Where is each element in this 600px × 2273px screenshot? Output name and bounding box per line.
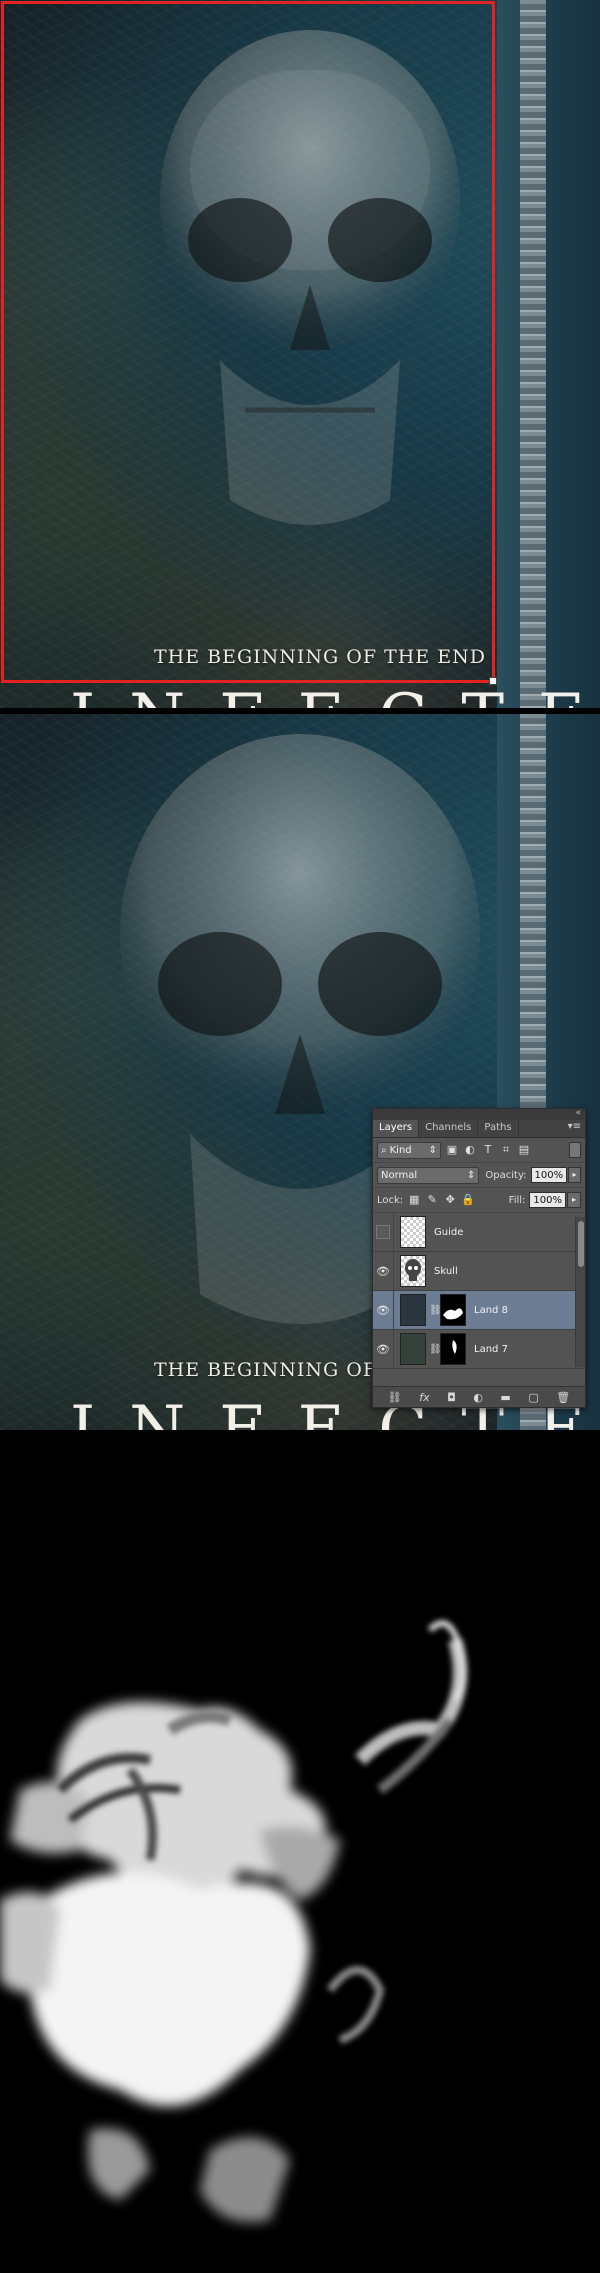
- layer-name[interactable]: Guide: [434, 1227, 463, 1238]
- poster-title: INFECTED: [70, 686, 600, 708]
- visibility-toggle[interactable]: 👁: [373, 1252, 394, 1290]
- layer-thumbnail: [400, 1333, 426, 1365]
- poster-tagline-cropped: THE BEGINNING OF T: [154, 1359, 398, 1381]
- lock-transparent-icon[interactable]: ▦: [407, 1193, 421, 1207]
- selection-marquee[interactable]: [1, 1, 495, 683]
- hidden-box-icon: [376, 1225, 390, 1239]
- visibility-toggle[interactable]: [373, 1213, 394, 1251]
- mask-shape-icon: [443, 1308, 463, 1320]
- collapse-icon[interactable]: «: [575, 1108, 581, 1118]
- visibility-toggle[interactable]: 👁: [373, 1291, 394, 1329]
- opacity-input[interactable]: 100%: [530, 1167, 568, 1183]
- new-layer-icon[interactable]: ▢: [528, 1391, 538, 1404]
- panel-titlebar[interactable]: «: [373, 1108, 585, 1120]
- filter-adjustment-icon[interactable]: ◐: [463, 1143, 477, 1157]
- chevron-down-icon: ⇕: [467, 1169, 476, 1181]
- search-icon: ⌕: [381, 1144, 387, 1156]
- fill-dropdown-arrow[interactable]: ▸: [567, 1192, 581, 1208]
- chevron-down-icon: ⇕: [428, 1144, 437, 1156]
- layer-mask-thumbnail[interactable]: [440, 1294, 466, 1326]
- layer-thumbnail: [400, 1216, 426, 1248]
- kind-filter-select[interactable]: ⌕ Kind ⇕: [377, 1141, 441, 1159]
- link-icon[interactable]: ⛓: [429, 1305, 442, 1316]
- opacity-dropdown-arrow[interactable]: ▸: [568, 1167, 581, 1183]
- folder-icon[interactable]: ▬: [500, 1391, 510, 1404]
- layer-mask-thumbnail[interactable]: [440, 1333, 466, 1365]
- tab-paths[interactable]: Paths: [478, 1120, 519, 1137]
- blend-mode-value: Normal: [381, 1169, 418, 1181]
- panel-tabs: Layers Channels Paths ▾≡: [373, 1120, 585, 1138]
- layer-row-guide[interactable]: Guide: [373, 1213, 585, 1252]
- lock-position-icon[interactable]: ✥: [443, 1193, 457, 1207]
- link-icon[interactable]: ⛓: [429, 1344, 442, 1355]
- poster-preview-top: THE BEGINNING OF THE END INFECTED: [0, 0, 600, 708]
- layer-row-land-8[interactable]: 👁 ⛓ Land 8: [373, 1291, 585, 1330]
- trash-icon[interactable]: 🗑: [556, 1391, 570, 1404]
- blend-row: Normal ⇕ Opacity: 100% ▸: [373, 1163, 585, 1188]
- filter-pixel-icon[interactable]: ▣: [445, 1143, 459, 1157]
- mask-shape-icon: [452, 1340, 457, 1354]
- layer-thumbnail: [400, 1255, 426, 1287]
- layer-mask-preview: [0, 1430, 600, 2273]
- layer-row-land-7[interactable]: 👁 ⛓ Land 7: [373, 1330, 585, 1369]
- lock-row: Lock: ▦ ✎ ✥ 🔒 Fill: 100% ▸: [373, 1188, 585, 1213]
- pier-strip: [520, 0, 546, 708]
- layer-name[interactable]: Land 8: [474, 1305, 508, 1316]
- fill-label: Fill:: [508, 1194, 526, 1206]
- filter-shape-icon[interactable]: ⌗: [499, 1143, 513, 1157]
- adjustment-icon[interactable]: ◐: [473, 1391, 483, 1404]
- link-icon[interactable]: ⛓: [388, 1391, 402, 1404]
- fx-icon[interactable]: fx: [419, 1391, 429, 1404]
- filter-smart-object-icon[interactable]: ▤: [517, 1143, 531, 1157]
- lock-image-icon[interactable]: ✎: [425, 1193, 439, 1207]
- filter-toggle[interactable]: [569, 1142, 581, 1158]
- layer-name[interactable]: Skull: [434, 1266, 458, 1277]
- layer-thumbnail: [400, 1294, 426, 1326]
- kind-label: Kind: [389, 1144, 412, 1156]
- layers-scrollbar-thumb[interactable]: [578, 1221, 584, 1267]
- opacity-label: Opacity:: [485, 1169, 527, 1181]
- filter-row: ⌕ Kind ⇕ ▣ ◐ T ⌗ ▤: [373, 1138, 585, 1163]
- layer-name[interactable]: Land 7: [474, 1344, 508, 1355]
- eye-icon: 👁: [376, 1303, 390, 1317]
- skull-thumb-icon: [405, 1259, 421, 1281]
- layer-row-skull[interactable]: 👁 Skull: [373, 1252, 585, 1291]
- canvas-right-strip: [497, 0, 600, 708]
- tab-layers[interactable]: Layers: [373, 1120, 420, 1137]
- lock-label: Lock:: [377, 1194, 404, 1206]
- layers-panel: « Layers Channels Paths ▾≡ ⌕ Kind ⇕ ▣ ◐ …: [372, 1108, 586, 1408]
- layers-footer: ⛓ fx ◘ ◐ ▬ ▢ 🗑: [373, 1386, 585, 1407]
- mask-brush-strokes: [0, 1620, 467, 2222]
- mask-icon[interactable]: ◘: [447, 1391, 456, 1404]
- panel-menu-icon[interactable]: ▾≡: [564, 1120, 585, 1137]
- tab-channels[interactable]: Channels: [419, 1120, 479, 1137]
- eye-icon: 👁: [376, 1342, 390, 1356]
- fill-input[interactable]: 100%: [529, 1192, 566, 1208]
- blend-mode-select[interactable]: Normal ⇕: [377, 1166, 480, 1184]
- visibility-toggle[interactable]: 👁: [373, 1330, 394, 1368]
- filter-type-icon[interactable]: T: [481, 1143, 495, 1157]
- eye-icon: 👁: [376, 1264, 390, 1278]
- lock-all-icon[interactable]: 🔒: [461, 1193, 475, 1207]
